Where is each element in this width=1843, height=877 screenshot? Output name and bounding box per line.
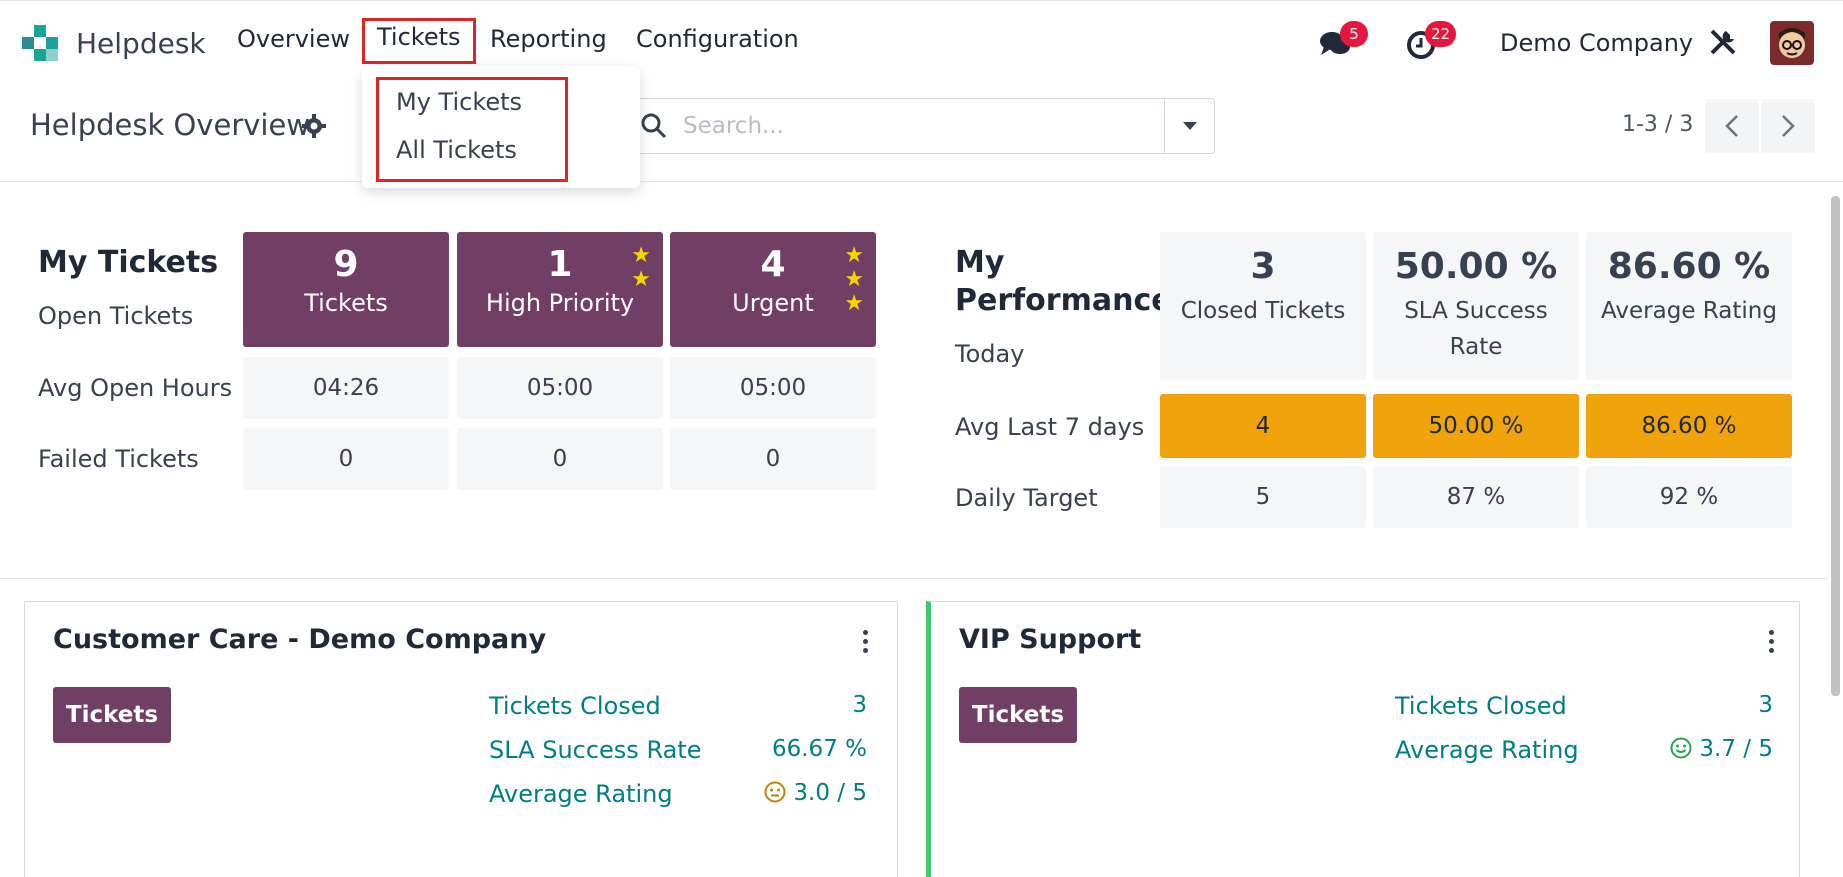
urgent-card[interactable]: ★ ★ ★ 4 Urgent	[670, 232, 876, 347]
star-icon: ★ ★ ★	[844, 243, 864, 316]
messages-button[interactable]: 5	[1318, 21, 1368, 65]
tools-icon	[1710, 29, 1736, 55]
card-label: Closed Tickets	[1180, 298, 1346, 324]
team-tickets-button[interactable]: Tickets	[53, 687, 171, 743]
card-label: Average Rating	[1601, 298, 1777, 324]
performance-heading-line2: Performance	[955, 283, 1172, 318]
neutral-face-icon	[764, 781, 786, 803]
daily-target-label: Daily Target	[955, 484, 1098, 512]
avg-last-7-days-label: Avg Last 7 days	[955, 413, 1145, 441]
search-options-toggle[interactable]	[1164, 99, 1214, 153]
failed-tickets-cell[interactable]: 0	[243, 428, 449, 490]
pager-next-button[interactable]	[1761, 99, 1815, 153]
team-name: Customer Care - Demo Company	[53, 624, 547, 655]
card-label: Tickets	[304, 289, 388, 317]
daily-target-cell[interactable]: 92 %	[1586, 466, 1792, 528]
open-tickets-label: Open Tickets	[38, 302, 194, 330]
pager-previous-button[interactable]	[1705, 99, 1759, 153]
stat-value[interactable]: 66.67 %	[772, 736, 867, 762]
page-scrollbar[interactable]	[1828, 182, 1843, 877]
avg-hours-cell[interactable]: 04:26	[243, 357, 449, 419]
chevron-left-icon	[1725, 115, 1738, 137]
card-value: 86.60 %	[1607, 246, 1771, 287]
activities-button[interactable]: 22	[1405, 21, 1457, 65]
rating-value[interactable]: 3.7 / 5	[1670, 736, 1773, 762]
high-priority-card[interactable]: ★ ★ 1 High Priority	[457, 232, 663, 347]
avg7-cell[interactable]: 4	[1160, 394, 1366, 458]
kebab-menu-icon[interactable]	[863, 630, 869, 657]
failed-tickets-cell[interactable]: 0	[457, 428, 663, 490]
today-label: Today	[955, 340, 1025, 368]
kebab-menu-icon[interactable]	[1769, 630, 1775, 657]
search-icon	[641, 113, 667, 139]
avg-hours-cell[interactable]: 05:00	[457, 357, 663, 419]
failed-tickets-label: Failed Tickets	[38, 445, 199, 473]
rating-text: 3.0 / 5	[793, 780, 867, 806]
star-icon: ★ ★	[631, 243, 651, 292]
menu-configuration[interactable]: Configuration	[636, 25, 799, 53]
stat-label[interactable]: Tickets Closed	[1395, 692, 1567, 720]
stat-value[interactable]: 3	[1758, 692, 1773, 718]
helpdesk-logo-icon	[20, 23, 60, 63]
caret-down-icon	[1183, 122, 1197, 130]
closed-tickets-card[interactable]: 3 Closed Tickets	[1160, 232, 1366, 380]
annotation-highlight-box	[376, 77, 568, 182]
team-tickets-button[interactable]: Tickets	[959, 687, 1077, 743]
avg-hours-cell[interactable]: 05:00	[670, 357, 876, 419]
chevron-right-icon	[1782, 115, 1795, 137]
search-bar[interactable]: Search...	[622, 98, 1215, 154]
page-title: Helpdesk Overview	[30, 108, 311, 142]
top-navbar: Helpdesk Overview Tickets Reporting Conf…	[0, 0, 1843, 84]
card-value: 50.00 %	[1394, 246, 1558, 287]
team-card-customer-care: Customer Care - Demo Company Tickets Tic…	[24, 601, 898, 877]
avg7-cell[interactable]: 86.60 %	[1586, 394, 1792, 458]
pager-value[interactable]: 1-3 / 3	[1622, 112, 1693, 137]
company-switcher[interactable]: Demo Company	[1500, 29, 1693, 57]
average-rating-card[interactable]: 86.60 % Average Rating	[1586, 232, 1792, 380]
activities-badge: 22	[1425, 21, 1457, 47]
stat-label[interactable]: Tickets Closed	[489, 692, 661, 720]
stat-label[interactable]: Average Rating	[1395, 736, 1579, 764]
card-label: High Priority	[485, 289, 635, 317]
smiley-face-icon	[1670, 737, 1692, 759]
gear-icon[interactable]	[302, 114, 326, 138]
messages-badge: 5	[1340, 21, 1368, 47]
daily-target-cell[interactable]: 87 %	[1373, 466, 1579, 528]
menu-overview[interactable]: Overview	[237, 25, 350, 53]
card-value: 3	[1250, 246, 1276, 287]
menu-reporting[interactable]: Reporting	[490, 25, 607, 53]
scrollbar-thumb[interactable]	[1831, 196, 1840, 696]
menu-tickets[interactable]: Tickets	[362, 18, 476, 64]
rating-text: 3.7 / 5	[1699, 736, 1773, 762]
rating-value[interactable]: 3.0 / 5	[764, 780, 867, 806]
section-divider	[0, 578, 1843, 579]
team-name: VIP Support	[959, 624, 1142, 655]
control-panel: Helpdesk Overview Search... 1-3 / 3	[0, 84, 1843, 182]
stat-label[interactable]: Average Rating	[489, 780, 673, 808]
stat-label[interactable]: SLA Success Rate	[489, 736, 701, 764]
avatar-icon	[1770, 21, 1814, 65]
app-brand[interactable]: Helpdesk	[20, 23, 206, 63]
open-tickets-card[interactable]: 9 Tickets	[243, 232, 449, 347]
my-tickets-heading: My Tickets	[38, 245, 219, 280]
user-avatar[interactable]	[1770, 21, 1814, 69]
failed-tickets-cell[interactable]: 0	[670, 428, 876, 490]
daily-target-cell[interactable]: 5	[1160, 466, 1366, 528]
app-name: Helpdesk	[76, 26, 206, 60]
performance-heading-line1: My	[955, 245, 1005, 280]
card-value: 9	[333, 244, 359, 285]
sla-success-card[interactable]: 50.00 % SLA Success Rate	[1373, 232, 1579, 380]
card-label: SLA Success Rate	[1404, 298, 1548, 360]
avg7-cell[interactable]: 50.00 %	[1373, 394, 1579, 458]
team-card-vip-support: VIP Support Tickets Tickets Closed 3 Ave…	[926, 601, 1800, 877]
debug-tools-button[interactable]	[1708, 27, 1738, 61]
avg-open-hours-label: Avg Open Hours	[38, 374, 233, 402]
search-input[interactable]: Search...	[683, 113, 784, 139]
stat-value[interactable]: 3	[852, 692, 867, 718]
